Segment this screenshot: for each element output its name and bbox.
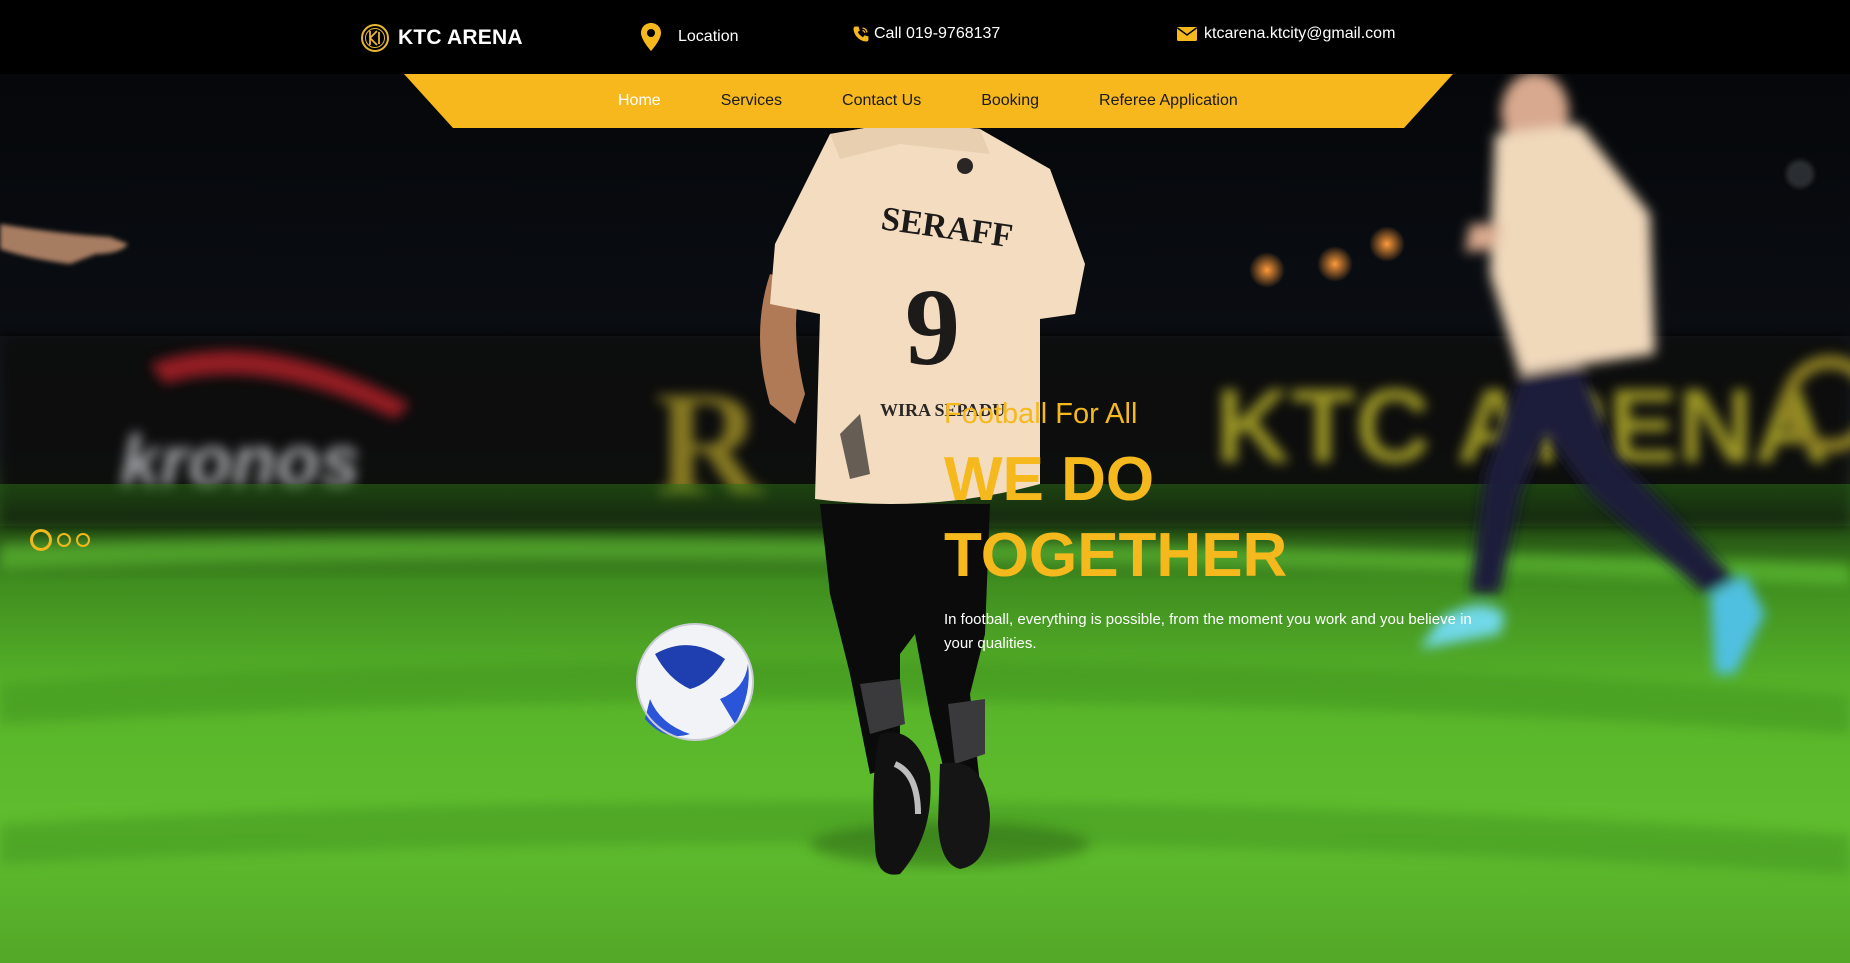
phone-icon [853, 26, 869, 42]
hero-description: In football, everything is possible, fro… [944, 611, 1472, 652]
slider-dot-1[interactable] [30, 529, 52, 551]
bokeh-light [1317, 246, 1353, 282]
hero-headline: WE DO TOGETHER [944, 445, 1288, 590]
nav-item-home[interactable]: Home [618, 92, 661, 110]
slider-dot-3[interactable] [76, 533, 90, 547]
email-label: ktcarena.ktcity@gmail.com [1204, 25, 1396, 42]
bokeh-light [1369, 226, 1405, 262]
nav-items: Home Services Contact Us Booking Referee… [404, 74, 1453, 128]
map-pin-icon [641, 23, 661, 51]
soccer-ball [636, 623, 754, 741]
bokeh-light [1249, 252, 1285, 288]
svg-text:9: 9 [905, 266, 960, 388]
hero-slide-background: kronos R KTC ARENA SERAFF 9 WIRA SEPADU [0, 74, 1850, 963]
location-label: Location [678, 28, 739, 45]
hero-text: Football For All WE DO TOGETHER In footb… [944, 394, 1504, 656]
ktc-logo-icon [361, 24, 389, 52]
hero-photo-illustration: kronos R KTC ARENA SERAFF 9 WIRA SEPADU [0, 74, 1850, 875]
main-nav: Home Services Contact Us Booking Referee… [404, 74, 1453, 128]
envelope-icon [1177, 27, 1197, 41]
nav-item-services[interactable]: Services [721, 92, 782, 110]
top-bar: KTC ARENA Location Call 019-9768137 ktca… [0, 0, 1850, 74]
call-link[interactable]: Call 019-9768137 [852, 22, 1000, 46]
nav-item-contact-us[interactable]: Contact Us [842, 92, 921, 110]
location-link[interactable]: Location [640, 22, 739, 52]
call-label: Call 019-9768137 [874, 25, 1001, 42]
slider-dots [30, 529, 90, 551]
nav-item-referee-application[interactable]: Referee Application [1099, 92, 1238, 110]
hero-tagline: Football For All [944, 398, 1138, 430]
page: kronos R KTC ARENA SERAFF 9 WIRA SEPADU … [0, 0, 1850, 963]
brand-link[interactable]: KTC ARENA [360, 22, 523, 54]
bokeh-light [1786, 160, 1814, 188]
nav-item-booking[interactable]: Booking [981, 92, 1039, 110]
slider-dot-2[interactable] [57, 533, 71, 547]
email-link[interactable]: ktcarena.ktcity@gmail.com [1176, 22, 1395, 46]
brand-name: KTC ARENA [398, 26, 523, 49]
arm-shape [0, 224, 128, 264]
